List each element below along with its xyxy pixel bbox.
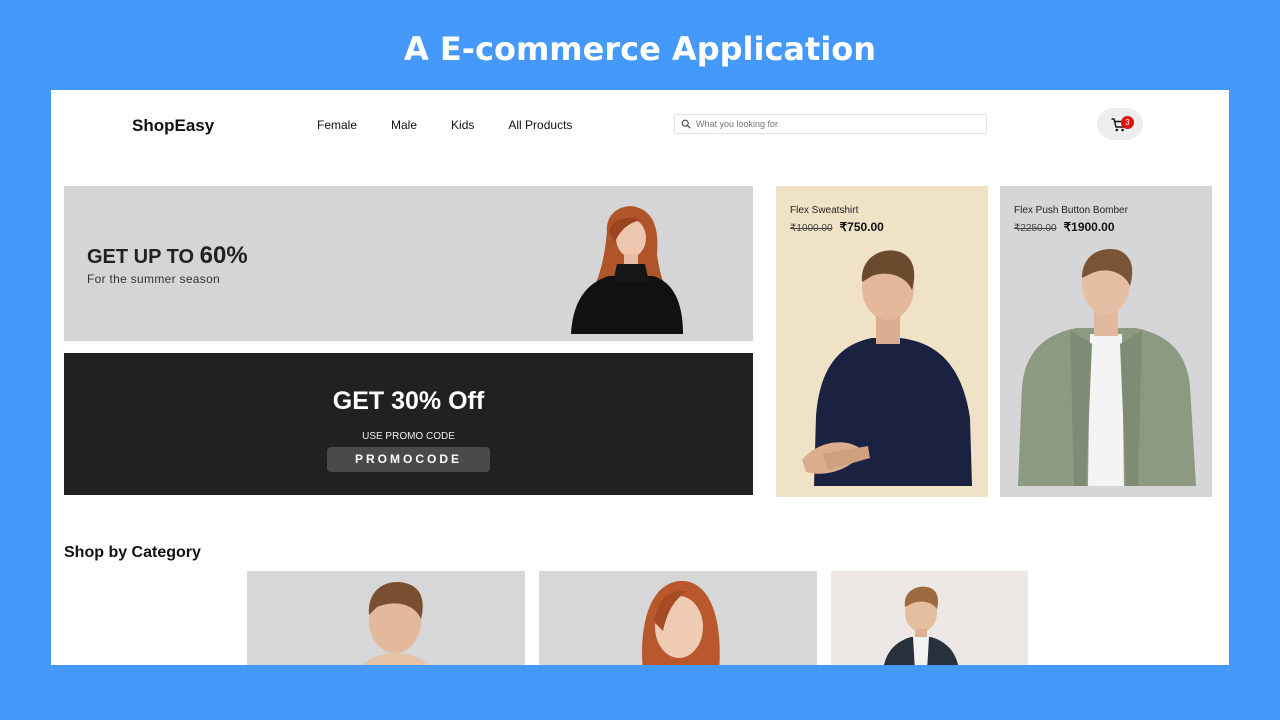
main-nav: Female Male Kids All Products: [317, 118, 572, 132]
product-card[interactable]: Flex Sweatshirt ₹1000.00 ₹750.00: [776, 186, 988, 497]
product-name: Flex Push Button Bomber: [1014, 205, 1128, 216]
category-card-female[interactable]: [539, 571, 817, 665]
product-card[interactable]: Flex Push Button Bomber ₹2250.00 ₹1900.0…: [1000, 186, 1212, 497]
old-price: ₹1000.00: [790, 223, 833, 234]
logo[interactable]: ShopEasy: [132, 116, 214, 136]
sale-banner[interactable]: GET UP TO 60% For the summer season: [64, 186, 753, 341]
old-price: ₹2250.00: [1014, 223, 1057, 234]
price-row: ₹1000.00 ₹750.00: [790, 220, 884, 234]
nav-all-products[interactable]: All Products: [508, 118, 572, 132]
nav-female[interactable]: Female: [317, 118, 357, 132]
category-section-title: Shop by Category: [64, 544, 201, 561]
category-card-kids[interactable]: [831, 571, 1028, 665]
product-price: ₹1900.00: [1063, 220, 1115, 234]
price-row: ₹2250.00 ₹1900.00: [1014, 220, 1115, 234]
promo-code-button[interactable]: PROMOCODE: [327, 447, 490, 472]
product-image: [802, 250, 972, 486]
search-bar[interactable]: [674, 114, 987, 134]
app-window: ShopEasy Female Male Kids All Products 3…: [51, 90, 1229, 665]
product-price: ₹750.00: [839, 220, 884, 234]
promo-heading: GET 30% Off: [332, 387, 485, 415]
category-male-image: [362, 582, 428, 665]
slide-title: A E-commerce Application: [403, 30, 877, 68]
sale-heading: GET UP TO 60%: [87, 242, 248, 270]
product-image: [1018, 249, 1196, 486]
category-female-image: [642, 580, 720, 665]
search-icon: [681, 119, 691, 129]
category-card-male[interactable]: [247, 571, 525, 665]
sale-prefix: GET UP TO: [87, 246, 200, 268]
model-woman-image: [571, 206, 683, 334]
promo-label: USE PROMO CODE: [362, 431, 455, 442]
nav-kids[interactable]: Kids: [451, 118, 474, 132]
category-kids-image: [884, 586, 958, 665]
promo-banner[interactable]: GET 30% Off USE PROMO CODE PROMOCODE: [64, 353, 753, 495]
cart-count-badge: 3: [1121, 116, 1134, 129]
sale-subtitle: For the summer season: [87, 272, 221, 286]
sale-percent: 60%: [199, 242, 248, 269]
cart-button[interactable]: 3: [1097, 108, 1143, 140]
product-name: Flex Sweatshirt: [790, 205, 859, 216]
search-input[interactable]: [696, 119, 976, 129]
nav-male[interactable]: Male: [391, 118, 417, 132]
